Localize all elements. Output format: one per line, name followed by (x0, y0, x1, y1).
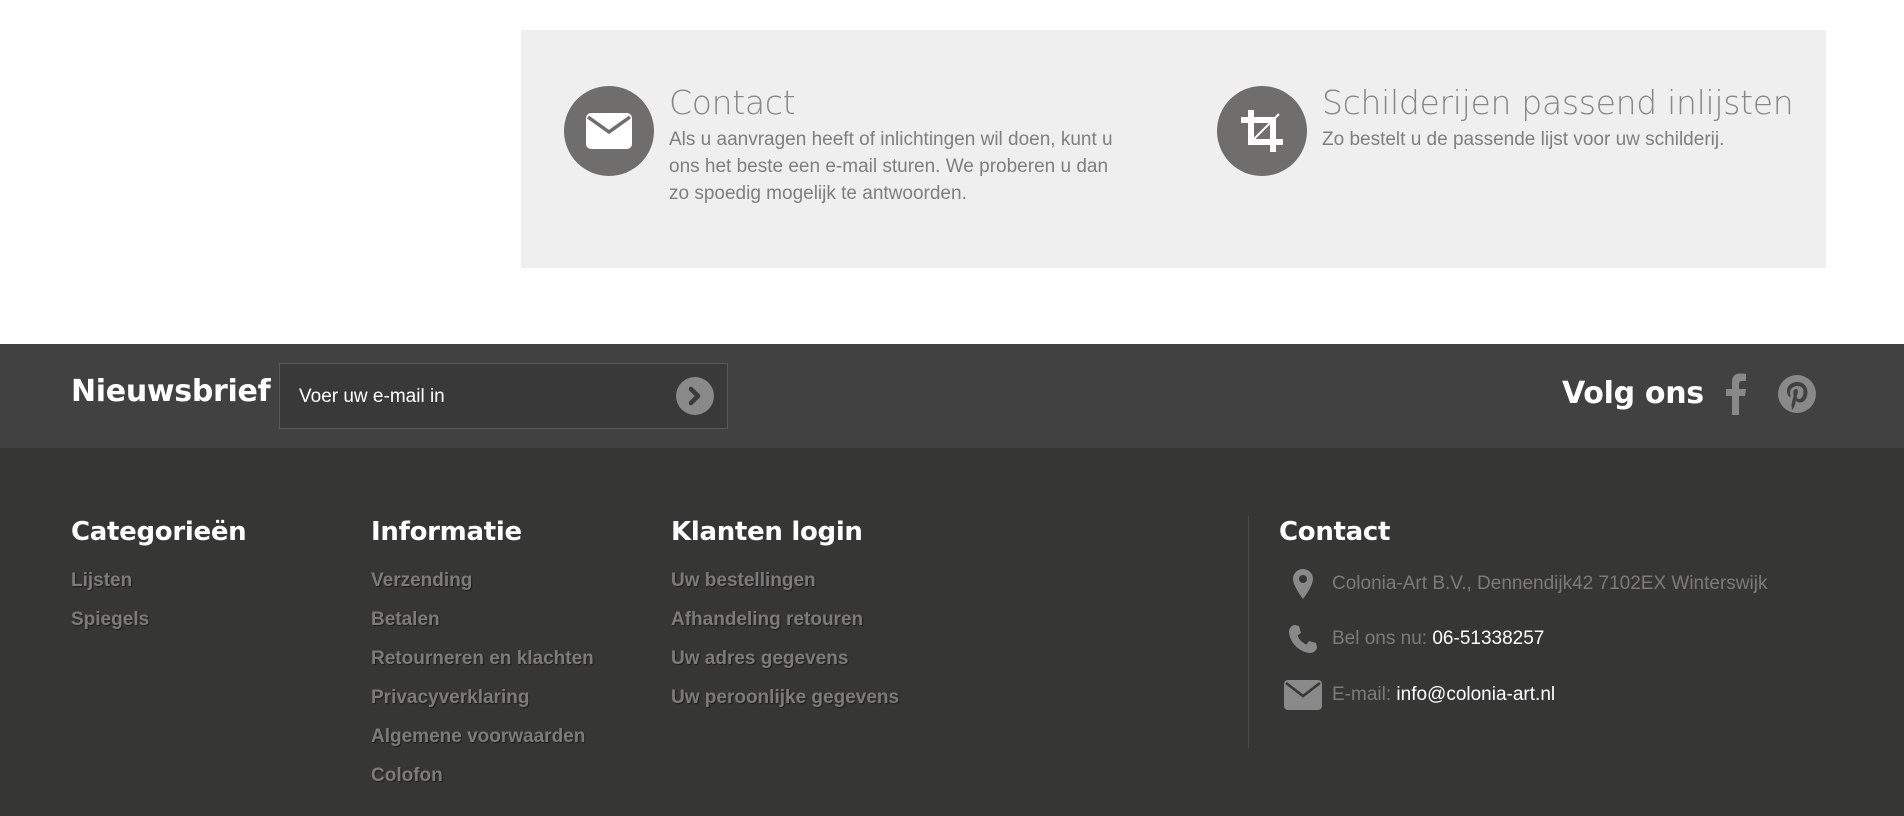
phone-icon (1284, 624, 1322, 654)
footer-link-privacy[interactable]: Privacyverklaring (371, 678, 594, 717)
contact-description: Als u aanvragen heeft of inlichtingen wi… (669, 129, 1113, 204)
footer-link-orders[interactable]: Uw bestellingen (671, 561, 899, 600)
footer-link-betalen[interactable]: Betalen (371, 600, 594, 639)
framing-title: Schilderijen passend inlijsten (1322, 83, 1794, 122)
information-column: Informatie Verzending Betalen Retournere… (371, 516, 594, 795)
footer-link-returns[interactable]: Afhandeling retouren (671, 600, 899, 639)
chevron-right-circle-icon[interactable] (676, 377, 714, 415)
facebook-icon[interactable] (1714, 370, 1758, 418)
phone-number-link[interactable]: 06-51338257 (1432, 628, 1544, 649)
footer-link-address[interactable]: Uw adres gegevens (671, 639, 899, 678)
information-title: Informatie (371, 517, 522, 547)
categories-column: Categorieën Lijsten Spiegels (71, 516, 247, 639)
footer-link-verzending[interactable]: Verzending (371, 561, 594, 600)
footer-link-retourneren[interactable]: Retourneren en klachten (371, 639, 594, 678)
footer: Categorieën Lijsten Spiegels Informatie … (0, 448, 1904, 816)
envelope-icon (564, 86, 654, 176)
contact-title: Contact (669, 83, 796, 122)
email-row: E-mail: info@colonia-art.nl (1284, 680, 1555, 710)
categories-title: Categorieën (71, 517, 247, 547)
framing-description: Zo bestelt u de passende lijst voor uw s… (1322, 129, 1725, 150)
phone-label: Bel ons nu: (1332, 628, 1428, 649)
footer-link-voorwaarden[interactable]: Algemene voorwaarden (371, 717, 594, 756)
email-link[interactable]: info@colonia-art.nl (1396, 684, 1555, 705)
footer-link-personal[interactable]: Uw peroonlijke gegevens (671, 678, 899, 717)
framing-info-block: Schilderijen passend inlijsten Zo bestel… (1217, 86, 1817, 176)
map-pin-icon (1284, 568, 1322, 600)
contact-column: Contact Colonia-Art B.V., Dennendijk42 7… (1279, 516, 1767, 710)
newsletter-email-input[interactable] (297, 364, 661, 430)
pinterest-icon[interactable] (1775, 370, 1819, 418)
address-text: Colonia-Art B.V., Dennendijk42 7102EX Wi… (1332, 573, 1768, 594)
newsletter-form (279, 363, 728, 430)
footer-link-colofon[interactable]: Colofon (371, 756, 594, 795)
footer-divider (1248, 516, 1249, 748)
contact-info-block: Contact Als u aanvragen heeft of inlicht… (564, 86, 1124, 207)
email-label: E-mail: (1332, 684, 1392, 705)
envelope-icon (1284, 680, 1322, 710)
footer-link-lijsten[interactable]: Lijsten (71, 561, 246, 600)
newsletter-bar: Nieuwsbrief Volg ons (0, 344, 1904, 448)
follow-us-label: Volg ons (1562, 376, 1704, 411)
phone-row: Bel ons nu: 06-51338257 (1284, 624, 1544, 654)
footer-contact-title: Contact (1279, 517, 1391, 547)
crop-icon (1217, 86, 1307, 176)
customer-login-column: Klanten login Uw bestellingen Afhandelin… (671, 516, 899, 717)
info-box: Contact Als u aanvragen heeft of inlicht… (521, 30, 1826, 268)
customer-login-title: Klanten login (671, 517, 863, 547)
footer-link-spiegels[interactable]: Spiegels (71, 600, 246, 639)
address-row: Colonia-Art B.V., Dennendijk42 7102EX Wi… (1284, 568, 1767, 600)
newsletter-label: Nieuwsbrief (71, 374, 271, 409)
